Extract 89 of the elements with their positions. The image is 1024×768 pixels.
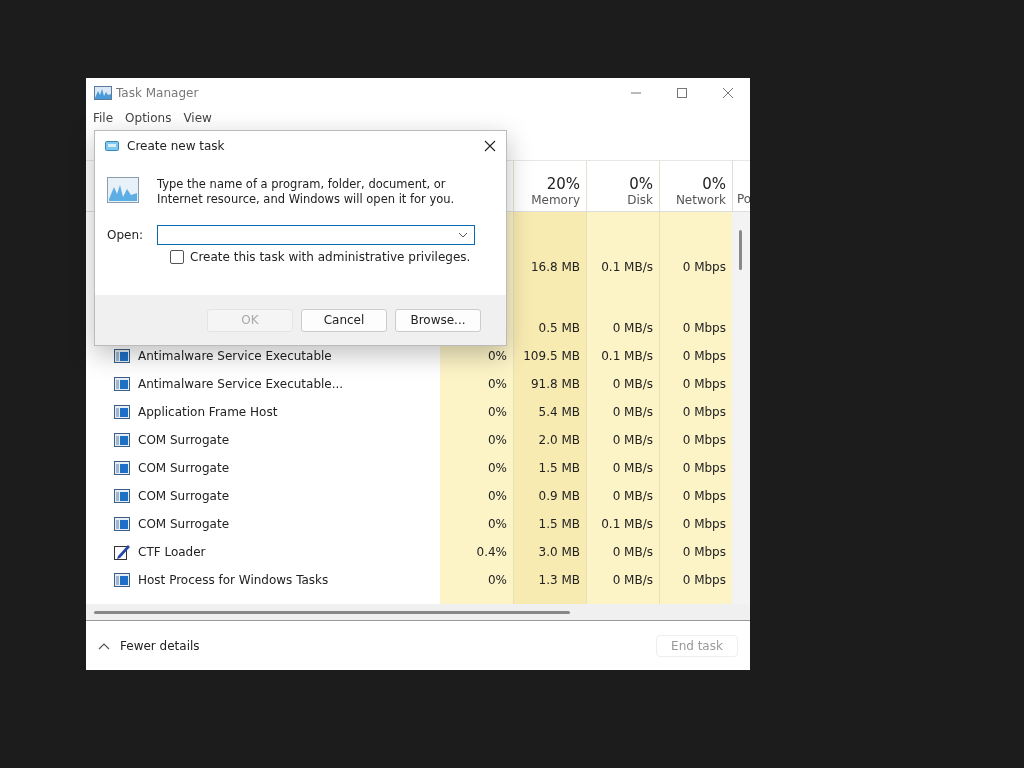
column-percent: 0% xyxy=(629,175,653,193)
checkbox-label: Create this task with administrative privileges. xyxy=(190,250,471,264)
table-cell: 0 MB/s xyxy=(612,433,653,447)
table-cell: 0 MB/s xyxy=(612,489,653,503)
table-cell: 0 Mbps xyxy=(682,517,726,531)
table-cell: 0 Mbps xyxy=(682,405,726,419)
checkbox[interactable] xyxy=(170,250,184,264)
table-cell: 0.1 MB/s xyxy=(601,349,653,363)
table-cell: 0.5 MB xyxy=(538,321,580,335)
window-icon xyxy=(105,141,119,151)
chart-icon xyxy=(94,86,112,100)
column-header[interactable]: Disk xyxy=(627,193,653,207)
window-icon xyxy=(114,433,130,447)
process-name: CTF Loader xyxy=(138,545,206,559)
table-cell: 0 Mbps xyxy=(682,461,726,475)
table-cell: 0 Mbps xyxy=(682,433,726,447)
table-cell: 0% xyxy=(487,405,507,419)
table-cell: 0 Mbps xyxy=(682,573,726,587)
table-cell: 0.1 MB/s xyxy=(601,517,653,531)
dialog-message: Type the name of a program, folder, document, or Internet resource, and Windows will open it for you. xyxy=(157,177,456,207)
open-combobox[interactable] xyxy=(157,225,475,245)
table-cell: 1.5 MB xyxy=(538,461,580,475)
table-cell: 5.4 MB xyxy=(538,405,580,419)
window-icon xyxy=(114,349,130,363)
fewer-details-link[interactable]: Fewer details xyxy=(120,638,200,653)
table-cell: 0 Mbps xyxy=(682,545,726,559)
table-cell: 0 Mbps xyxy=(682,349,726,363)
table-cell: 0 Mbps xyxy=(682,321,726,335)
dialog-button[interactable]: Browse... xyxy=(395,308,481,332)
process-name: COM Surrogate xyxy=(138,489,229,503)
chevron-down-icon[interactable] xyxy=(458,232,468,238)
column-percent: 0% xyxy=(702,175,726,193)
window-icon xyxy=(114,489,130,503)
table-cell: 1.3 MB xyxy=(538,573,580,587)
scrollbar-thumb[interactable] xyxy=(94,611,570,614)
table-cell: 0 MB/s xyxy=(612,405,653,419)
table-cell: 3.0 MB xyxy=(538,545,580,559)
dialog-button[interactable]: Cancel xyxy=(301,308,387,332)
table-cell: 0 MB/s xyxy=(612,461,653,475)
window-icon xyxy=(114,377,130,391)
table-cell: 2.0 MB xyxy=(538,433,580,447)
open-label: Open: xyxy=(107,228,143,242)
table-cell: 0.4% xyxy=(476,545,507,559)
table-cell: 0.1 MB/s xyxy=(601,260,653,274)
table-cell: 0% xyxy=(487,349,507,363)
process-name: COM Surrogate xyxy=(138,517,229,531)
process-name: Antimalware Service Executable xyxy=(138,349,332,363)
table-cell: 1.5 MB xyxy=(538,517,580,531)
table-cell: 0% xyxy=(487,573,507,587)
table-cell: 0 Mbps xyxy=(682,377,726,391)
window-icon xyxy=(114,573,130,587)
column-header[interactable]: Memory xyxy=(531,193,580,207)
table-cell: 109.5 MB xyxy=(523,349,580,363)
menu-item[interactable]: View xyxy=(183,111,212,125)
process-name: Antimalware Service Executable... xyxy=(138,377,344,391)
window-icon xyxy=(114,517,130,531)
process-name: Application Frame Host xyxy=(138,405,278,419)
maximize-icon[interactable] xyxy=(676,87,688,99)
process-name: COM Surrogate xyxy=(138,433,229,447)
chevron-up-icon[interactable] xyxy=(98,641,110,650)
table-cell: 16.8 MB xyxy=(530,260,580,274)
pen-on-paper-icon xyxy=(114,544,130,560)
table-cell: 0% xyxy=(487,461,507,475)
table-cell: 0% xyxy=(487,377,507,391)
window-icon xyxy=(114,405,130,419)
column-header[interactable]: Po xyxy=(737,192,750,206)
menu-item[interactable]: File xyxy=(93,111,114,125)
column-header[interactable]: Network xyxy=(675,193,726,207)
dialog-title: Create new task xyxy=(127,139,225,153)
table-cell: 0 Mbps xyxy=(682,260,726,274)
table-cell: 0 Mbps xyxy=(682,489,726,503)
menu-item[interactable]: Options xyxy=(125,111,172,125)
close-icon[interactable] xyxy=(484,140,496,152)
table-cell: 91.8 MB xyxy=(530,377,580,391)
table-cell: 0.9 MB xyxy=(538,489,580,503)
process-name: COM Surrogate xyxy=(138,461,229,475)
process-name: Host Process for Windows Tasks xyxy=(138,573,329,587)
column-percent: 20% xyxy=(546,175,580,193)
table-cell: 0 MB/s xyxy=(612,545,653,559)
table-cell: 0 MB/s xyxy=(612,573,653,587)
scrollbar-thumb[interactable] xyxy=(739,230,742,270)
window-icon xyxy=(114,461,130,475)
table-cell: 0% xyxy=(487,489,507,503)
table-cell: 0 MB/s xyxy=(612,377,653,391)
window-title: Task Manager xyxy=(116,86,199,100)
chart-icon xyxy=(107,177,139,203)
table-cell: 0% xyxy=(487,517,507,531)
table-cell: 0 MB/s xyxy=(612,321,653,335)
table-cell: 0% xyxy=(487,433,507,447)
